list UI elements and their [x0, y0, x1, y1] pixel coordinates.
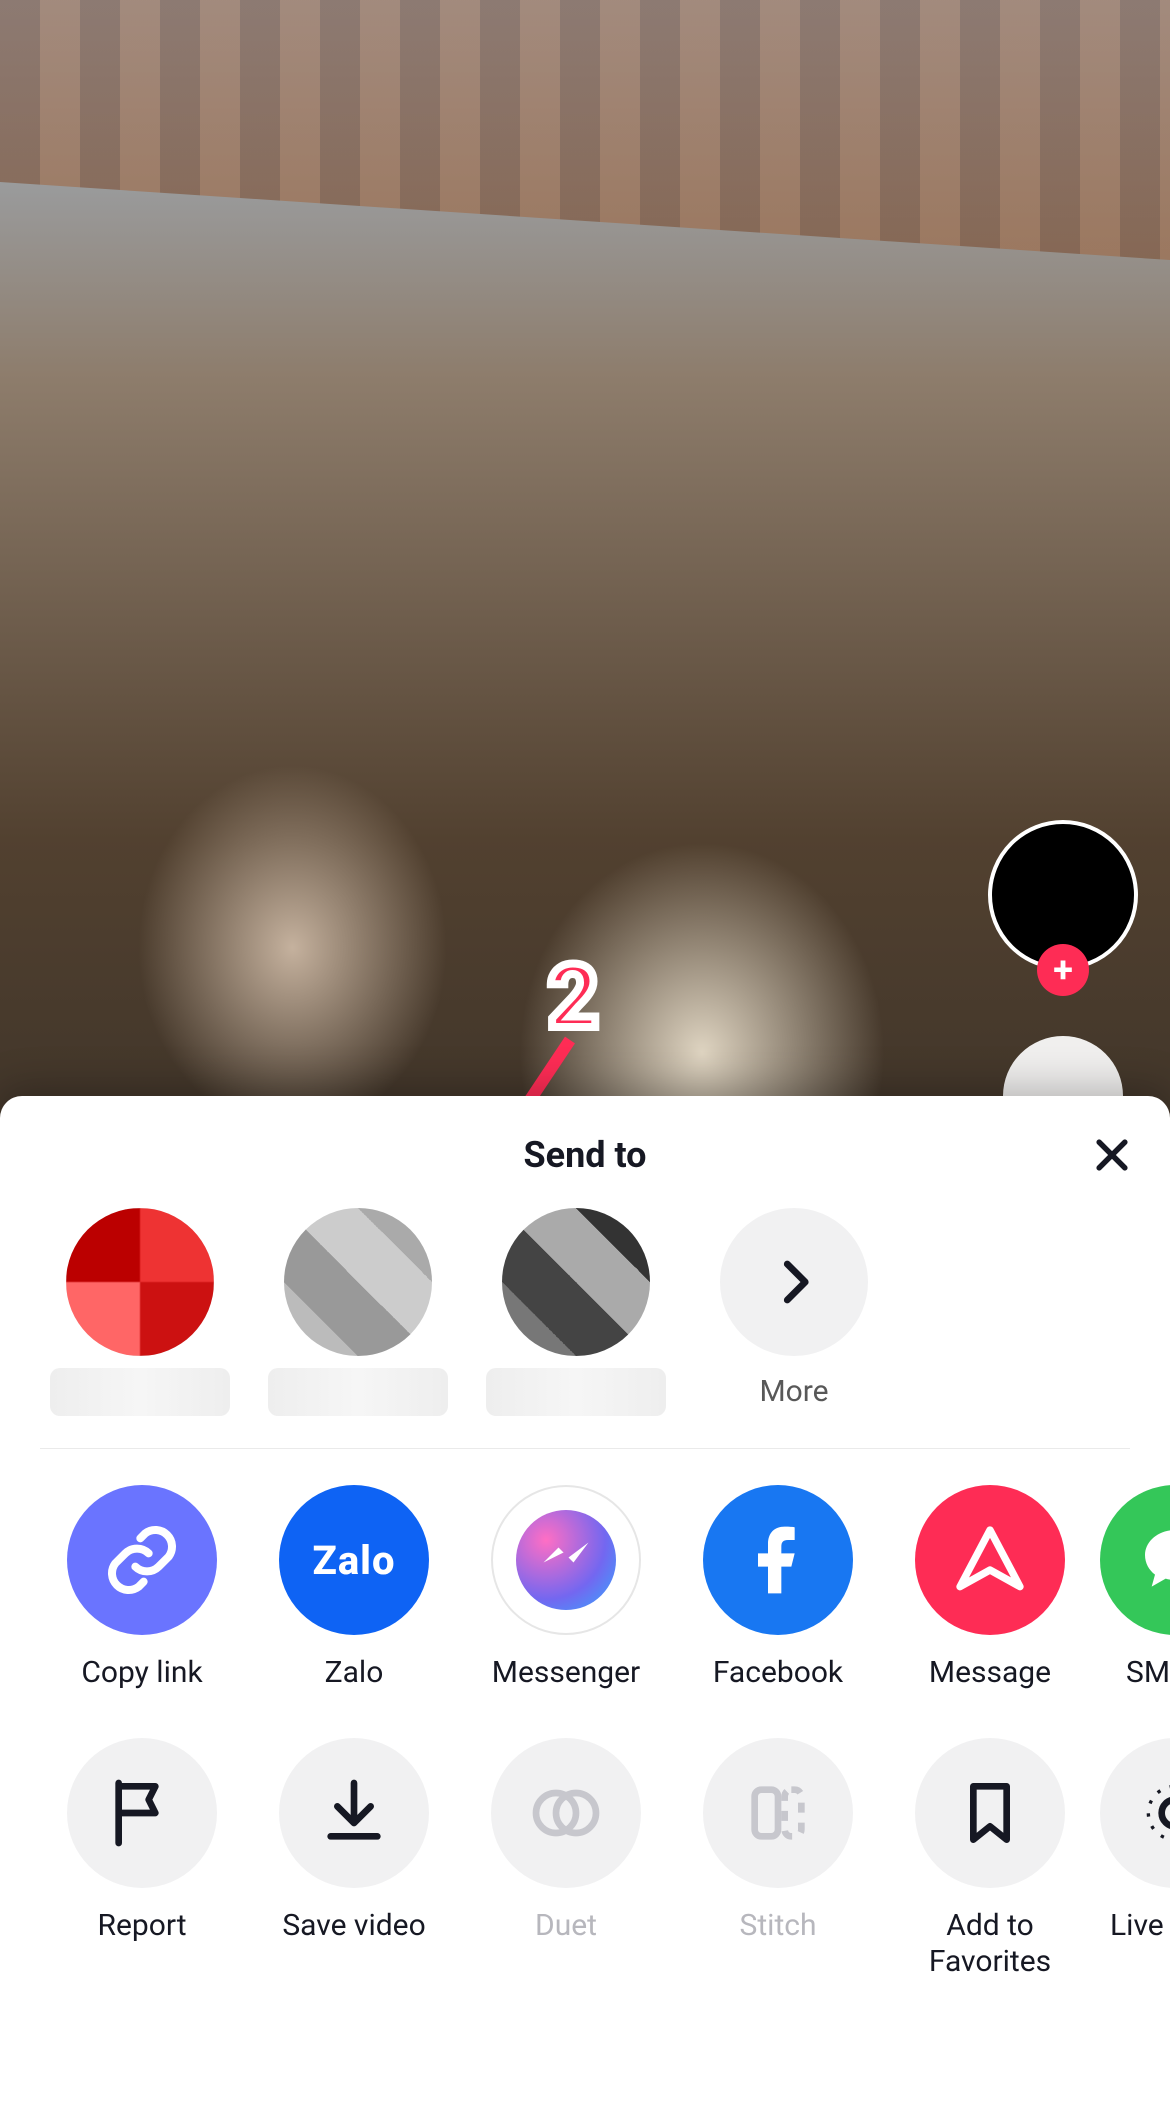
share-label: Message — [929, 1655, 1051, 1690]
action-duet: Duet — [464, 1738, 668, 1980]
facebook-icon — [738, 1520, 818, 1600]
contact-avatar-redacted — [284, 1208, 432, 1356]
action-label: Report — [97, 1908, 186, 1943]
share-label: Zalo — [325, 1655, 384, 1690]
messenger-icon — [516, 1510, 616, 1610]
close-button[interactable] — [1090, 1133, 1134, 1177]
action-add-to-favorites[interactable]: Add toFavorites — [888, 1738, 1092, 1980]
action-label: Live ph — [1110, 1908, 1170, 1943]
contact-avatar-redacted — [502, 1208, 650, 1356]
action-label: Save video — [282, 1908, 425, 1943]
contact-avatar-redacted — [66, 1208, 214, 1356]
action-stitch: Stitch — [676, 1738, 880, 1980]
stitch-icon — [738, 1773, 818, 1853]
actions-row: Report Save video Duet Stitch — [0, 1690, 1170, 1980]
share-sms[interactable]: SMS — [1100, 1485, 1170, 1690]
share-label: Messenger — [492, 1655, 640, 1690]
more-contacts-label: More — [759, 1374, 828, 1409]
action-label: Duet — [535, 1908, 597, 1943]
speech-bubble-icon — [1135, 1520, 1170, 1600]
share-facebook[interactable]: Facebook — [676, 1485, 880, 1690]
follow-button[interactable]: + — [1037, 944, 1089, 996]
share-label: SMS — [1126, 1655, 1170, 1690]
share-message[interactable]: Message — [888, 1485, 1092, 1690]
screen: + 2 Send to — [0, 0, 1170, 2106]
action-label: Stitch — [740, 1908, 817, 1943]
right-action-rail: + — [988, 820, 1138, 1096]
share-label: Facebook — [713, 1655, 843, 1690]
bookmark-icon — [950, 1773, 1030, 1853]
download-icon — [314, 1773, 394, 1853]
action-save-video[interactable]: Save video — [252, 1738, 456, 1980]
duet-icon — [526, 1773, 606, 1853]
close-icon — [1090, 1133, 1134, 1177]
share-sheet: Send to More — [0, 1096, 1170, 2106]
like-icon[interactable] — [1003, 1036, 1123, 1096]
contact-name-redacted — [268, 1368, 448, 1416]
live-photo-icon — [1135, 1773, 1170, 1853]
zalo-logo-text: Zalo — [312, 1537, 395, 1584]
action-report[interactable]: Report — [40, 1738, 244, 1980]
contact-name-redacted — [486, 1368, 666, 1416]
share-label: Copy link — [81, 1655, 202, 1690]
flag-icon — [102, 1773, 182, 1853]
contact-name-redacted — [50, 1368, 230, 1416]
share-zalo[interactable]: Zalo Zalo — [252, 1485, 456, 1690]
link-icon — [102, 1520, 182, 1600]
action-live-photo[interactable]: Live ph — [1100, 1738, 1170, 1980]
share-targets-row: Copy link Zalo Zalo Messenger Facebook — [0, 1449, 1170, 1690]
contact-suggestion[interactable] — [40, 1208, 240, 1416]
send-icon — [950, 1520, 1030, 1600]
more-contacts-button[interactable]: More — [694, 1208, 894, 1409]
chevron-right-icon — [767, 1255, 821, 1309]
share-sheet-title: Send to — [523, 1134, 646, 1176]
action-label: Add toFavorites — [929, 1908, 1051, 1980]
share-copy-link[interactable]: Copy link — [40, 1485, 244, 1690]
contact-suggestion[interactable] — [476, 1208, 676, 1416]
share-sheet-header: Send to — [0, 1120, 1170, 1190]
share-messenger[interactable]: Messenger — [464, 1485, 668, 1690]
annotation-step-number: 2 — [548, 946, 599, 1049]
plus-icon: + — [1053, 952, 1073, 988]
contacts-row: More — [0, 1190, 1170, 1442]
contact-suggestion[interactable] — [258, 1208, 458, 1416]
